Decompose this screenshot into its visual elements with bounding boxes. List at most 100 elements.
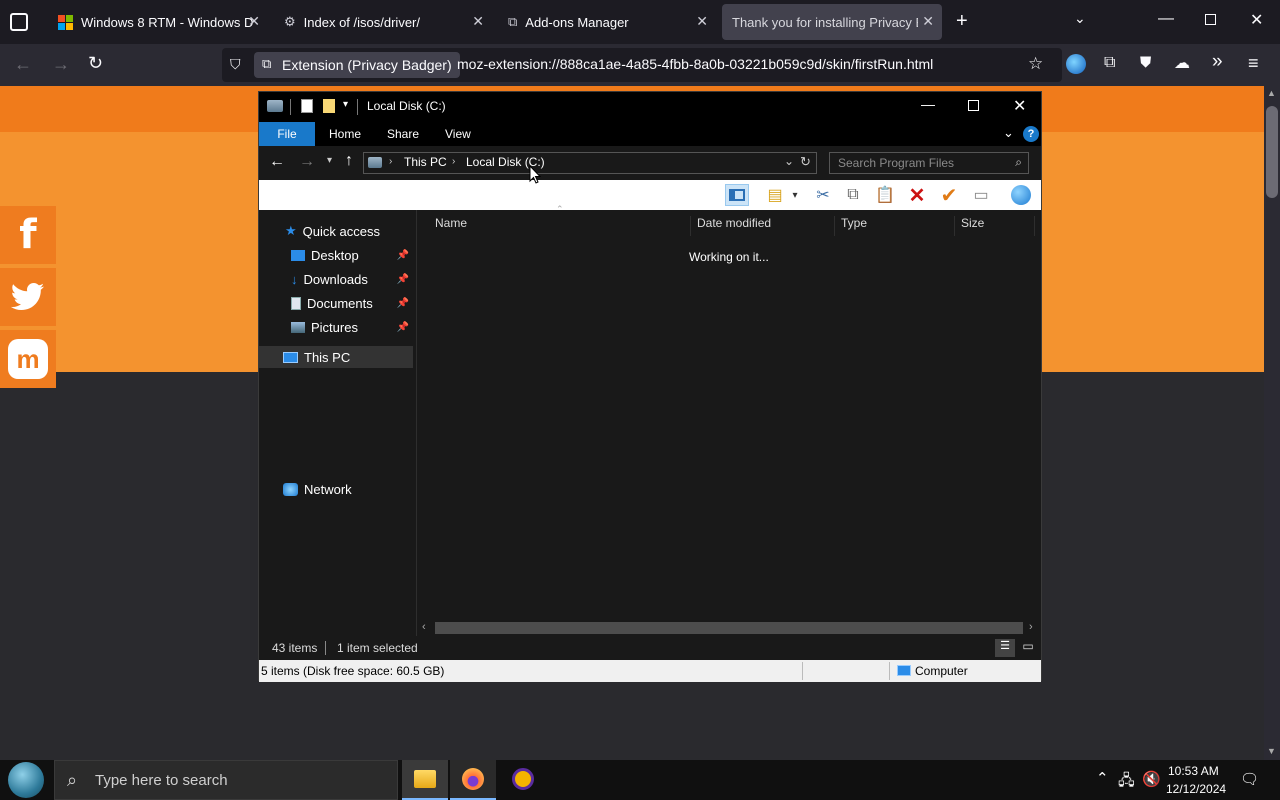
back-button[interactable]: ←	[269, 153, 285, 171]
minimize-button[interactable]: —	[1158, 10, 1174, 28]
refresh-icon[interactable]: ↻	[800, 154, 811, 170]
tab-list-icon[interactable]	[10, 13, 28, 31]
show-hidden-icons-icon[interactable]: ⌃	[1096, 769, 1109, 787]
overflow-icon[interactable]: »	[1212, 51, 1223, 73]
pin-icon[interactable]: 📌	[397, 250, 409, 261]
new-folder-icon[interactable]	[323, 99, 335, 113]
extensions-icon[interactable]: ⧉	[1104, 54, 1115, 72]
forward-button[interactable]: →	[52, 54, 70, 75]
pin-icon[interactable]: 📌	[397, 298, 409, 309]
scroll-up-icon[interactable]: ▲	[1267, 88, 1276, 98]
view-dropdown-icon[interactable]: ▾	[789, 184, 801, 206]
new-tab-button[interactable]: +	[956, 10, 968, 33]
volume-muted-icon[interactable]: 🔇	[1142, 770, 1161, 788]
copy-icon[interactable]: ⧉	[841, 184, 865, 206]
nav-this-pc[interactable]: This PC	[259, 346, 413, 368]
maximize-button[interactable]	[968, 100, 979, 111]
facebook-share-button[interactable]: f	[0, 206, 56, 264]
nav-desktop[interactable]: Desktop 📌	[291, 244, 415, 266]
account-icon[interactable]	[1066, 54, 1086, 74]
tab-isos-driver[interactable]: ⚙ Index of /isos/driver/ ✕	[274, 4, 492, 40]
network-icon[interactable]: 🖧	[1118, 770, 1135, 795]
recent-locations-icon[interactable]: ▾	[327, 155, 332, 166]
search-icon[interactable]: ⌕	[1015, 155, 1022, 170]
taskbar-search-box[interactable]: ⌕ Type here to search	[54, 760, 398, 800]
search-input[interactable]: Search Program Files ⌕	[829, 152, 1029, 174]
taskbar-firefox[interactable]	[450, 760, 496, 800]
folder-view-icon[interactable]: ▤	[763, 184, 787, 206]
tab-privacy-badger[interactable]: Thank you for installing Privacy Ba ✕	[722, 4, 942, 40]
close-icon[interactable]: ✕	[922, 13, 934, 30]
help-icon[interactable]: ?	[1023, 126, 1039, 142]
paste-icon[interactable]: 📋	[873, 184, 897, 206]
chevron-down-icon[interactable]: ⌄	[1074, 10, 1086, 27]
address-bar[interactable]: › This PC › Local Disk (C:) ⌄ ↻	[363, 152, 817, 174]
cut-icon[interactable]: ✂	[811, 184, 835, 206]
properties-icon[interactable]	[301, 99, 313, 113]
url-text[interactable]: moz-extension://888ca1ae-4a85-4fbb-8a0b-…	[457, 56, 933, 72]
reload-button[interactable]: ↻	[88, 53, 103, 74]
close-window-button[interactable]: ✕	[1250, 10, 1263, 30]
restore-button[interactable]	[1205, 14, 1216, 25]
details-view-button[interactable]: ☰	[995, 639, 1015, 657]
scroll-thumb[interactable]	[435, 622, 1023, 634]
expand-ribbon-icon[interactable]: ⌄	[1003, 125, 1014, 141]
breadcrumb-this-pc[interactable]: This PC	[404, 155, 447, 169]
delete-icon[interactable]: ✕	[905, 184, 929, 207]
start-button[interactable]	[8, 762, 44, 798]
up-button[interactable]: ↑	[345, 152, 353, 170]
tab-addons-manager[interactable]: ⧉ Add-ons Manager ✕	[498, 4, 716, 40]
column-header-size[interactable]: Size	[955, 216, 1035, 236]
clock-date[interactable]: 12/12/2024	[1166, 782, 1226, 796]
nav-documents[interactable]: Documents 📌	[291, 292, 415, 314]
cloud-icon[interactable]: ☁	[1174, 53, 1190, 73]
large-icons-view-button[interactable]: ▭	[1019, 639, 1037, 657]
address-dropdown-icon[interactable]: ⌄	[784, 154, 794, 168]
forward-button[interactable]: →	[299, 153, 315, 171]
pin-icon[interactable]: 📌	[397, 274, 409, 285]
close-icon[interactable]: ✕	[696, 13, 708, 30]
page-scrollbar[interactable]: ▲ ▼	[1264, 86, 1280, 760]
ribbon-tab-view[interactable]: View	[433, 122, 483, 146]
menu-icon[interactable]: ≡	[1248, 53, 1259, 74]
scroll-thumb[interactable]	[1266, 106, 1278, 198]
url-bar[interactable]: ⛉ ⧉ Extension (Privacy Badger) moz-exten…	[222, 48, 1062, 82]
scroll-left-icon[interactable]: ‹	[422, 621, 426, 633]
clock-time[interactable]: 10:53 AM	[1168, 764, 1219, 778]
pin-icon[interactable]: 📌	[397, 322, 409, 333]
twitter-share-button[interactable]	[0, 268, 56, 326]
nav-downloads[interactable]: ↓ Downloads 📌	[291, 268, 415, 290]
shield-icon[interactable]: ⛉	[230, 56, 241, 73]
notification-icon[interactable]: 🗨	[1240, 770, 1259, 788]
ribbon-tab-home[interactable]: Home	[317, 122, 373, 146]
close-icon[interactable]: ✕	[472, 13, 484, 30]
ribbon-tab-share[interactable]: Share	[375, 122, 431, 146]
taskbar-file-explorer[interactable]	[402, 760, 448, 800]
nav-quick-access[interactable]: ★ Quick access	[285, 220, 415, 242]
checkmark-icon[interactable]: ✔	[937, 184, 961, 207]
nav-network[interactable]: Network	[283, 478, 413, 500]
close-icon[interactable]: ✕	[248, 13, 260, 30]
minimize-button[interactable]: —	[921, 96, 935, 112]
star-icon[interactable]: ☆	[1028, 54, 1043, 74]
ribbon-tab-file[interactable]: File	[259, 122, 315, 146]
column-header-date-modified[interactable]: Date modified	[691, 216, 835, 236]
rename-icon[interactable]: ▭	[969, 184, 993, 206]
scroll-right-icon[interactable]: ›	[1029, 621, 1033, 633]
preview-pane-icon[interactable]	[725, 184, 749, 206]
close-button[interactable]: ✕	[1013, 96, 1026, 116]
scroll-down-icon[interactable]: ▼	[1267, 746, 1276, 756]
column-header-name[interactable]: Name	[429, 216, 691, 236]
column-header-type[interactable]: Type	[835, 216, 955, 236]
ublock-icon[interactable]: ⛊	[1140, 54, 1151, 71]
horizontal-scrollbar[interactable]: ‹ ›	[419, 620, 1041, 636]
globe-icon[interactable]	[1009, 184, 1033, 206]
nav-pictures[interactable]: Pictures 📌	[291, 316, 415, 338]
taskbar-app[interactable]	[500, 760, 546, 800]
tab-windows8[interactable]: Windows 8 RTM - Windows Des ✕	[48, 4, 268, 40]
customize-dropdown-icon[interactable]: ▾	[343, 99, 348, 110]
tab-title: Add-ons Manager	[525, 14, 629, 30]
back-button[interactable]: ←	[14, 54, 32, 75]
mastodon-share-button[interactable]: m	[0, 330, 56, 388]
extension-identity-label[interactable]: ⧉ Extension (Privacy Badger)	[254, 52, 460, 78]
